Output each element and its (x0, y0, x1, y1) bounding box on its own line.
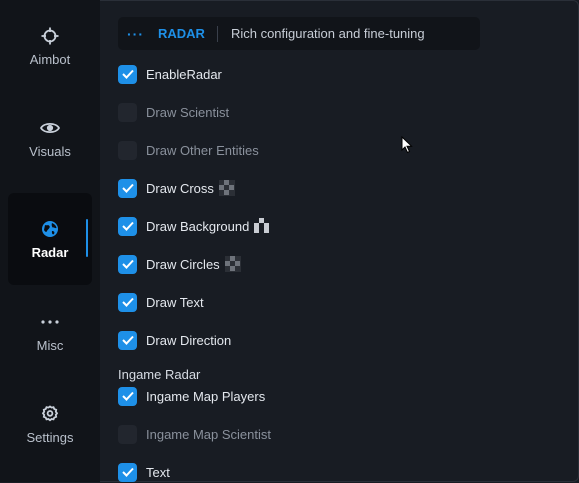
color-picker-swatch[interactable] (218, 180, 235, 196)
check-icon (121, 467, 134, 477)
checkbox[interactable] (118, 102, 137, 122)
check-icon (121, 183, 134, 193)
sidebar-item-radar[interactable]: Radar (8, 193, 92, 285)
option-draw-circles[interactable]: Draw Circles (118, 253, 241, 275)
sidebar-item-misc[interactable]: Misc (8, 286, 92, 378)
option-draw-other-entities[interactable]: Draw Other Entities (118, 139, 259, 161)
check-icon (121, 391, 134, 401)
gear-icon (40, 404, 60, 424)
sidebar-item-label: Aimbot (29, 51, 71, 67)
checkbox[interactable] (118, 292, 137, 312)
checkbox[interactable] (118, 216, 137, 236)
more-dots-icon (40, 312, 60, 332)
check-icon (121, 335, 134, 345)
option-label: Draw Direction (146, 332, 232, 348)
active-indicator (86, 219, 88, 257)
option-label: Draw Cross (146, 180, 214, 196)
crosshair-icon (40, 26, 60, 46)
eye-icon (40, 118, 60, 138)
checkbox[interactable] (118, 178, 137, 198)
header-divider (216, 25, 218, 42)
sidebar-item-aimbot[interactable]: Aimbot (8, 0, 92, 92)
option-label: Draw Text (146, 294, 204, 310)
checkbox[interactable] (118, 254, 137, 274)
option-draw-background[interactable]: Draw Background (118, 215, 271, 237)
option-label: Draw Background (146, 218, 250, 234)
option-label: Draw Other Entities (146, 142, 259, 158)
option-draw-cross[interactable]: Draw Cross (118, 177, 235, 199)
sidebar-item-visuals[interactable]: Visuals (8, 92, 92, 184)
checkbox[interactable] (118, 386, 137, 406)
checkbox[interactable] (118, 462, 137, 482)
option-label: Ingame Map Players (146, 388, 266, 404)
sidebar-item-settings[interactable]: Settings (8, 378, 92, 470)
option-draw-direction[interactable]: Draw Direction (118, 329, 231, 351)
checkbox[interactable] (118, 424, 137, 444)
option-enable-radar[interactable]: EnableRadar (118, 63, 222, 85)
option-ingame-map-players[interactable]: Ingame Map Players (118, 385, 265, 407)
option-label: Text (146, 464, 170, 480)
color-picker-swatch[interactable] (254, 218, 271, 234)
option-label: Ingame Map Scientist (146, 426, 272, 442)
page-title: RADAR (158, 26, 205, 41)
option-ingame-map-scientist[interactable]: Ingame Map Scientist (118, 423, 271, 445)
sidebar-item-label: Radar (31, 244, 69, 260)
globe-icon (40, 219, 60, 239)
option-label: EnableRadar (146, 66, 222, 82)
option-draw-scientist[interactable]: Draw Scientist (118, 101, 229, 123)
option-label: Draw Circles (146, 256, 220, 272)
check-icon (121, 69, 134, 79)
mouse-cursor-icon (401, 135, 413, 159)
sidebar-item-label: Misc (36, 337, 64, 353)
checkbox[interactable] (118, 140, 137, 160)
option-text[interactable]: Text (118, 461, 170, 483)
sidebar: Aimbot Visuals Radar Misc Settings (0, 0, 100, 482)
check-icon (121, 297, 134, 307)
check-icon (121, 259, 134, 269)
section-header: ··· RADAR Rich configuration and fine-tu… (118, 17, 480, 50)
sidebar-item-label: Settings (26, 429, 74, 445)
color-picker-swatch[interactable] (224, 256, 241, 272)
option-draw-text[interactable]: Draw Text (118, 291, 204, 313)
check-icon (121, 221, 134, 231)
page-subtitle: Rich configuration and fine-tuning (230, 26, 425, 41)
section-label-ingame-radar: Ingame Radar (118, 367, 201, 382)
checkbox[interactable] (118, 330, 137, 350)
checkbox[interactable] (118, 64, 137, 84)
header-dots: ··· (127, 25, 144, 42)
option-label: Draw Scientist (146, 104, 230, 120)
sidebar-item-label: Visuals (29, 143, 71, 159)
